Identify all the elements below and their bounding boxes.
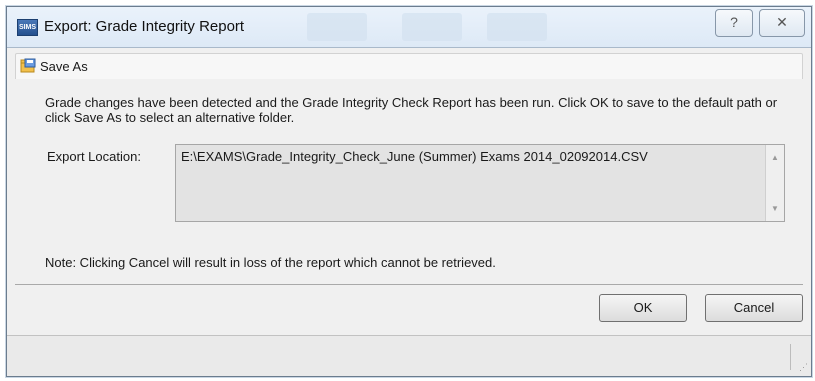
save-as-icon[interactable] bbox=[20, 58, 36, 74]
dialog-content: Grade changes have been detected and the… bbox=[15, 79, 803, 284]
scroll-down-icon[interactable]: ▼ bbox=[766, 204, 784, 213]
background-ghost bbox=[307, 13, 367, 41]
cancel-button[interactable]: Cancel bbox=[705, 294, 803, 322]
scroll-up-icon[interactable]: ▲ bbox=[766, 153, 784, 162]
save-as-bar: Save As bbox=[15, 53, 803, 81]
background-ghost bbox=[487, 13, 547, 41]
window-title: Export: Grade Integrity Report bbox=[44, 18, 245, 35]
info-message: Grade changes have been detected and the… bbox=[45, 95, 778, 125]
help-button[interactable]: ? bbox=[715, 9, 753, 37]
export-dialog: SIMS Export: Grade Integrity Report ? ✕ … bbox=[6, 6, 812, 377]
close-icon: ✕ bbox=[776, 14, 788, 30]
save-as-link[interactable]: Save As bbox=[40, 59, 88, 74]
status-separator bbox=[790, 344, 791, 370]
background-ghost bbox=[402, 13, 462, 41]
cancel-note: Note: Clicking Cancel will result in los… bbox=[45, 255, 496, 270]
vertical-scrollbar[interactable]: ▲ ▼ bbox=[765, 145, 784, 221]
export-location-field[interactable]: E:\EXAMS\Grade_Integrity_Check_June (Sum… bbox=[175, 144, 785, 222]
status-bar: ⋰ bbox=[7, 335, 811, 376]
resize-grip-icon[interactable]: ⋰ bbox=[799, 362, 808, 373]
sims-app-icon: SIMS bbox=[17, 19, 38, 36]
help-icon: ? bbox=[730, 14, 738, 30]
title-bar[interactable]: SIMS Export: Grade Integrity Report ? ✕ bbox=[7, 7, 811, 48]
export-location-label: Export Location: bbox=[47, 149, 141, 164]
close-button[interactable]: ✕ bbox=[759, 9, 805, 37]
button-separator bbox=[15, 284, 803, 285]
ok-button[interactable]: OK bbox=[599, 294, 687, 322]
export-location-value: E:\EXAMS\Grade_Integrity_Check_June (Sum… bbox=[181, 149, 648, 164]
